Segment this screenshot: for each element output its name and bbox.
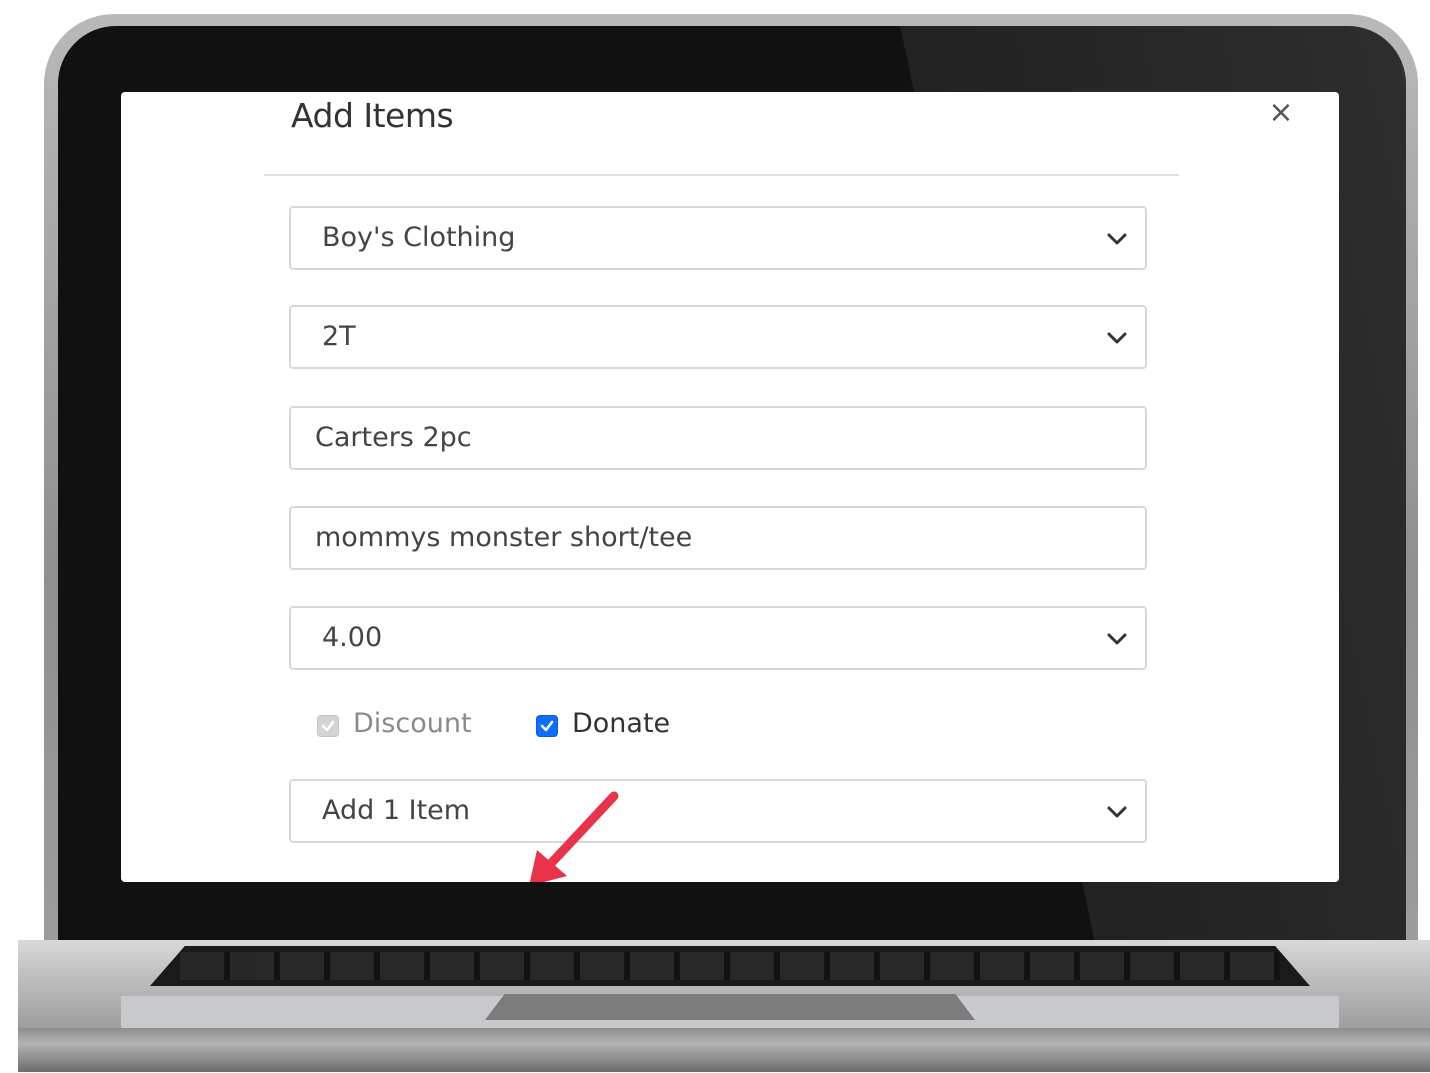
- category-select[interactable]: Boy's Clothing: [289, 206, 1147, 270]
- size-select-value: 2T: [322, 321, 356, 352]
- chevron-down-icon: [1107, 633, 1127, 645]
- price-select[interactable]: 4.00: [289, 606, 1147, 670]
- laptop-base-edge: [18, 1028, 1430, 1072]
- brand-input[interactable]: Carters 2pc: [289, 406, 1147, 470]
- laptop-keyboard: [150, 946, 1310, 986]
- chevron-down-icon: [1107, 332, 1127, 344]
- quantity-select-value: Add 1 Item: [322, 795, 471, 826]
- modal-title: Add Items: [291, 96, 454, 135]
- brand-input-value: Carters 2pc: [315, 422, 472, 453]
- price-select-value: 4.00: [322, 622, 383, 653]
- description-input[interactable]: mommys monster short/tee: [289, 506, 1147, 570]
- check-icon: [321, 720, 335, 732]
- donate-label: Donate: [572, 708, 671, 739]
- close-icon[interactable]: ×: [1264, 96, 1298, 130]
- laptop-mockup: Add Items × Boy's Clothing 2T Carters 2p…: [0, 0, 1430, 1073]
- donate-checkbox[interactable]: [536, 715, 558, 737]
- check-icon: [540, 720, 554, 732]
- discount-checkbox[interactable]: [317, 715, 339, 737]
- red-arrow-icon: [529, 791, 619, 882]
- description-input-value: mommys monster short/tee: [315, 522, 693, 553]
- laptop-screen: Add Items × Boy's Clothing 2T Carters 2p…: [121, 92, 1339, 882]
- discount-label: Discount: [353, 708, 472, 739]
- keyboard-keys: [180, 952, 1280, 980]
- category-select-value: Boy's Clothing: [322, 222, 516, 253]
- chevron-down-icon: [1107, 233, 1127, 245]
- laptop-trackpad: [485, 994, 975, 1020]
- quantity-select[interactable]: Add 1 Item: [289, 779, 1147, 843]
- chevron-down-icon: [1107, 806, 1127, 818]
- size-select[interactable]: 2T: [289, 305, 1147, 369]
- modal-header: Add Items ×: [264, 92, 1294, 176]
